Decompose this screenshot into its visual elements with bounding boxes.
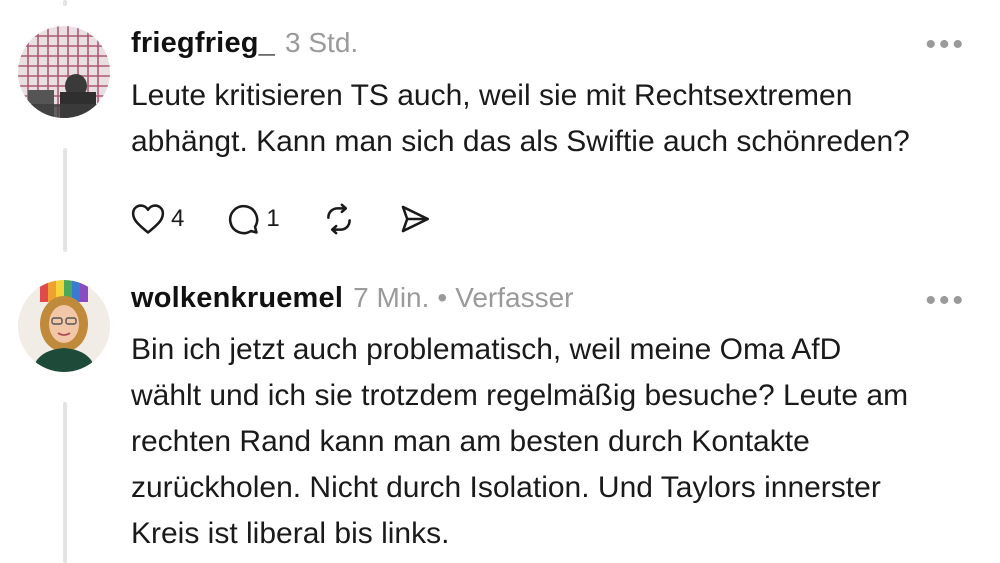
text-line: rechten Rand kann man am besten durch Ko… — [131, 425, 810, 458]
text-line: abhängt. Kann man sich das als Swiftie a… — [131, 125, 910, 158]
send-icon — [401, 205, 429, 233]
post-1-text: Leute kritisieren TS auch, weil sie mit … — [131, 73, 910, 165]
avatar-image — [18, 280, 110, 372]
repost-button[interactable] — [322, 202, 356, 236]
heart-icon — [131, 204, 165, 234]
timestamp: 7 Min. — [353, 282, 430, 313]
avatar-image — [18, 26, 110, 118]
text-line: Kreis ist liberal bis links. — [131, 517, 450, 550]
share-button[interactable] — [398, 202, 432, 236]
separator-dot: • — [437, 282, 448, 313]
comment-icon — [229, 204, 259, 235]
like-count: 4 — [171, 205, 185, 232]
more-options-button[interactable]: ••• — [925, 286, 966, 316]
author-badge: Verfasser — [455, 282, 574, 313]
text-line: zurückholen. Nicht durch Isolation. Und … — [131, 471, 881, 504]
username[interactable]: friegfrieg_ — [131, 27, 275, 60]
thread-line-post-1 — [63, 148, 67, 252]
avatar-wolkenkruemel[interactable] — [18, 280, 110, 372]
username[interactable]: wolkenkruemel — [131, 282, 343, 315]
reply-count: 1 — [266, 205, 280, 232]
thread-line-top — [63, 0, 67, 6]
post-2-header: wolkenkruemel 7 Min. • Verfasser — [131, 282, 573, 315]
post-1-actions: 4 1 — [131, 198, 474, 240]
post-2-text: Bin ich jetzt auch problematisch, weil m… — [131, 327, 908, 557]
text-line: Bin ich jetzt auch problematisch, weil m… — [131, 333, 842, 366]
text-line: wählt und ich sie trotzdem regelmäßig be… — [131, 379, 909, 412]
repost-icon — [326, 203, 351, 235]
avatar-friegfrieg[interactable] — [18, 26, 110, 118]
more-options-button[interactable]: ••• — [925, 30, 966, 60]
post-1-header: friegfrieg_ 3 Std. — [131, 27, 358, 60]
reply-button[interactable]: 1 — [226, 202, 280, 236]
timestamp: 3 Std. — [285, 27, 359, 58]
text-line: Leute kritisieren TS auch, weil sie mit … — [131, 79, 853, 112]
thread-line-post-2 — [63, 402, 67, 563]
like-button[interactable]: 4 — [131, 203, 184, 235]
